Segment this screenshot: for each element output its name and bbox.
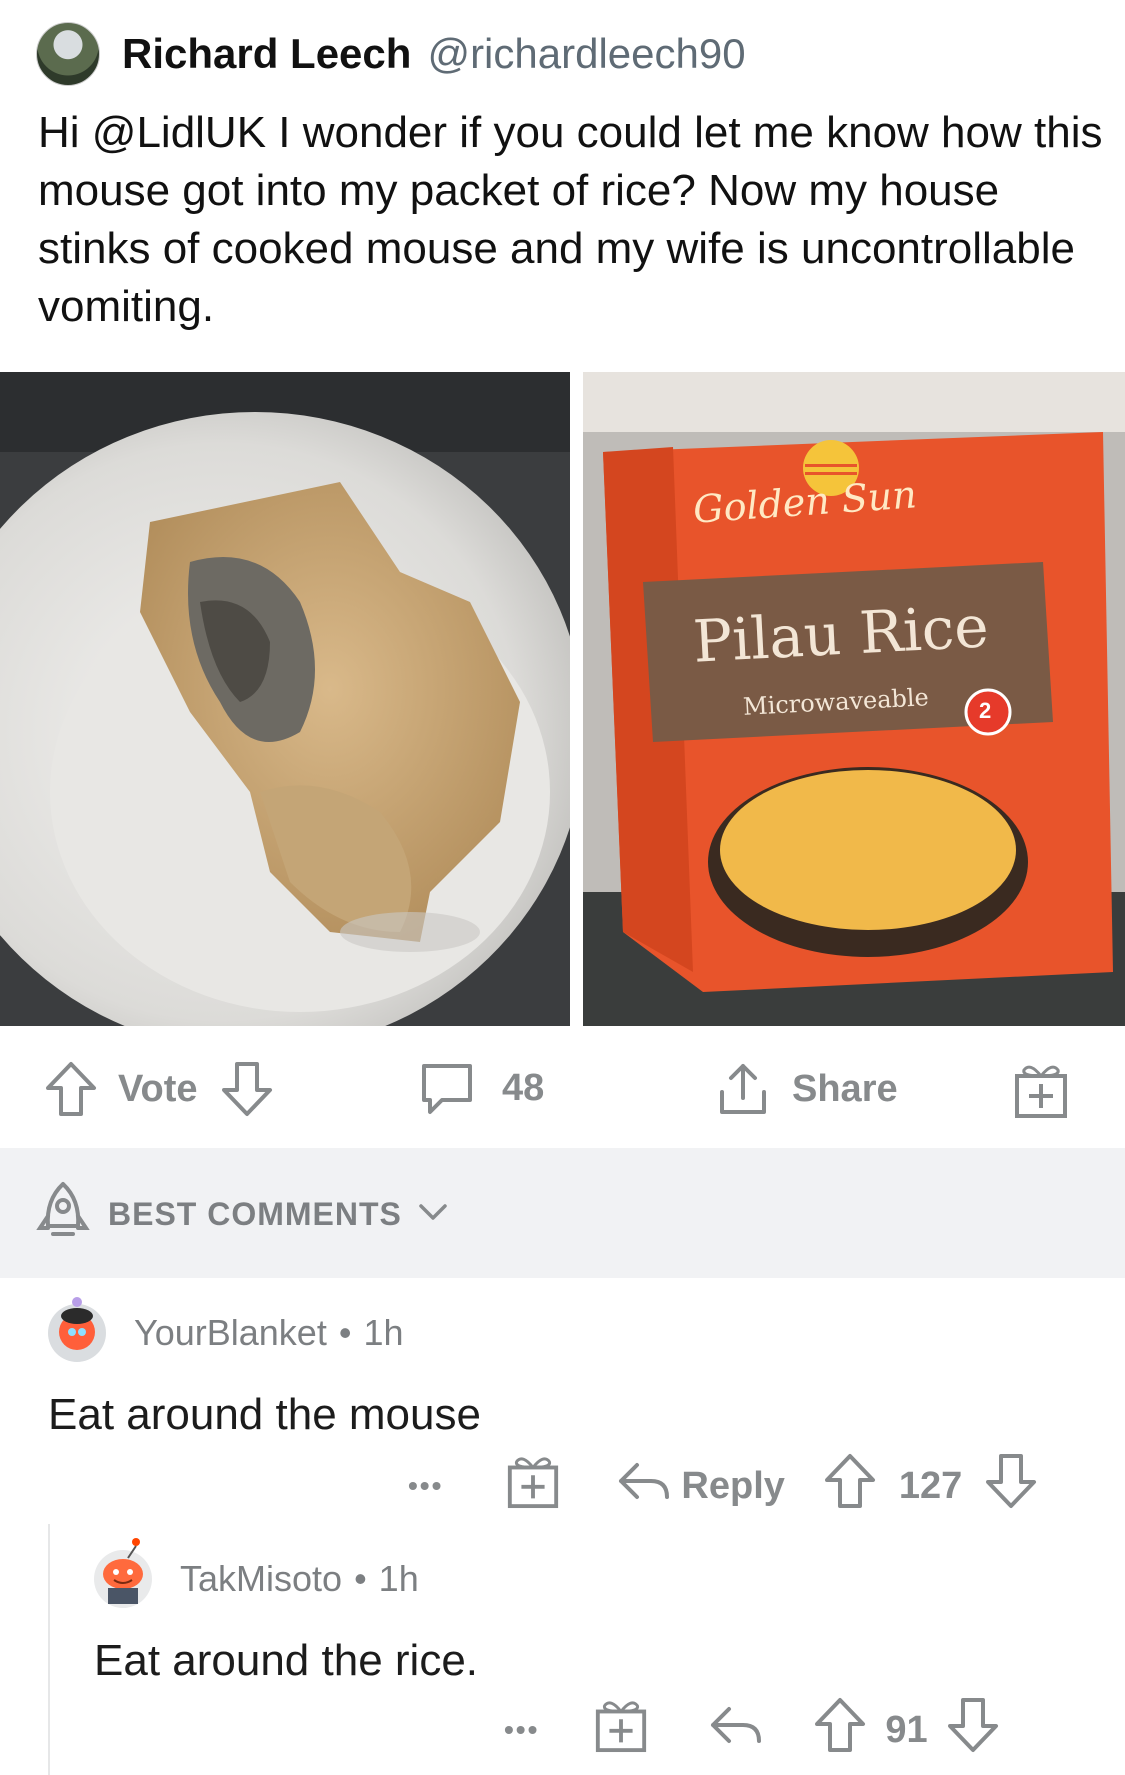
comment-username[interactable]: YourBlanket (134, 1312, 327, 1354)
downvote-icon[interactable] (220, 1060, 274, 1118)
rocket-icon (36, 1180, 90, 1249)
reply-label: Reply (681, 1464, 785, 1507)
thread-line[interactable] (48, 1524, 50, 1775)
comment-score: 91 (885, 1708, 928, 1751)
photo-divider (570, 372, 583, 1026)
tweet-text: Hi @LidlUK I wonder if you could let me … (38, 108, 1103, 331)
photo-rice-plate[interactable] (0, 372, 570, 1026)
comment-username[interactable]: TakMisoto (180, 1558, 342, 1600)
packet-badge: 2 (979, 698, 992, 723)
comments-button[interactable]: 48 (418, 1060, 544, 1116)
share-icon (714, 1060, 772, 1118)
comment-timestamp: 1h (363, 1312, 404, 1353)
upvote-icon[interactable] (44, 1060, 98, 1118)
downvote-icon[interactable] (984, 1452, 1038, 1520)
tweet-avatar[interactable] (36, 22, 100, 86)
comment-timestamp: 1h (378, 1558, 419, 1599)
reply-icon (615, 1459, 671, 1513)
comment-separator: • (354, 1558, 367, 1599)
reply-icon[interactable] (707, 1703, 763, 1757)
comment-count: 48 (502, 1066, 545, 1109)
more-options-button[interactable]: ••• (408, 1470, 443, 1502)
comment-separator: • (338, 1312, 352, 1353)
upvote-icon[interactable] (813, 1696, 867, 1764)
tweet-header: Richard Leech @richardleech90 (36, 22, 746, 86)
photo-rice-packet[interactable]: Golden Sun Pilau Rice Microwaveable 2 (583, 372, 1125, 1026)
comment-body: Eat around the rice. (94, 1636, 479, 1685)
vote-group: Vote (44, 1060, 274, 1118)
comment-header: YourBlanket • 1h (48, 1297, 1098, 1362)
comment-score: 127 (898, 1464, 963, 1507)
gift-icon[interactable] (505, 1452, 561, 1520)
share-label: Share (792, 1067, 898, 1110)
upvote-icon[interactable] (823, 1452, 877, 1520)
share-button[interactable]: Share (714, 1060, 898, 1118)
sort-label: BEST COMMENTS (108, 1196, 402, 1232)
more-options-button[interactable]: ••• (504, 1714, 539, 1746)
tweet-card: Richard Leech @richardleech90 Hi @LidlUK… (0, 0, 1125, 370)
comment-sort-bar: BEST COMMENTS (0, 1148, 1125, 1278)
comment: YourBlanket • 1h Eat around the mouse (48, 1297, 1098, 1440)
avatar[interactable] (94, 1538, 152, 1608)
avatar[interactable] (48, 1297, 106, 1362)
comment-action-bar: ••• 91 (504, 1696, 1000, 1764)
sort-dropdown[interactable]: BEST COMMENTS (36, 1180, 448, 1249)
tweet-author-name[interactable]: Richard Leech (122, 30, 411, 78)
comment: TakMisoto • 1h Eat around the rice. (94, 1538, 1094, 1686)
post-action-bar: Vote 48 Share (0, 1040, 1125, 1146)
downvote-icon[interactable] (946, 1696, 1000, 1764)
comment-header: TakMisoto • 1h (94, 1538, 1094, 1608)
gift-icon[interactable] (593, 1696, 649, 1764)
comment-body: Eat around the mouse (48, 1390, 481, 1439)
reply-button[interactable]: Reply (615, 1459, 785, 1513)
comment-icon (418, 1060, 476, 1116)
award-button[interactable] (1012, 1060, 1070, 1120)
tweet-photos: Golden Sun Pilau Rice Microwaveable 2 (0, 372, 1125, 1026)
chevron-down-icon (418, 1202, 448, 1227)
gift-icon (1012, 1060, 1070, 1120)
comment-action-bar: ••• Reply 127 (408, 1452, 1038, 1520)
tweet-author-handle[interactable]: @richardleech90 (427, 30, 745, 78)
vote-label: Vote (118, 1067, 198, 1110)
